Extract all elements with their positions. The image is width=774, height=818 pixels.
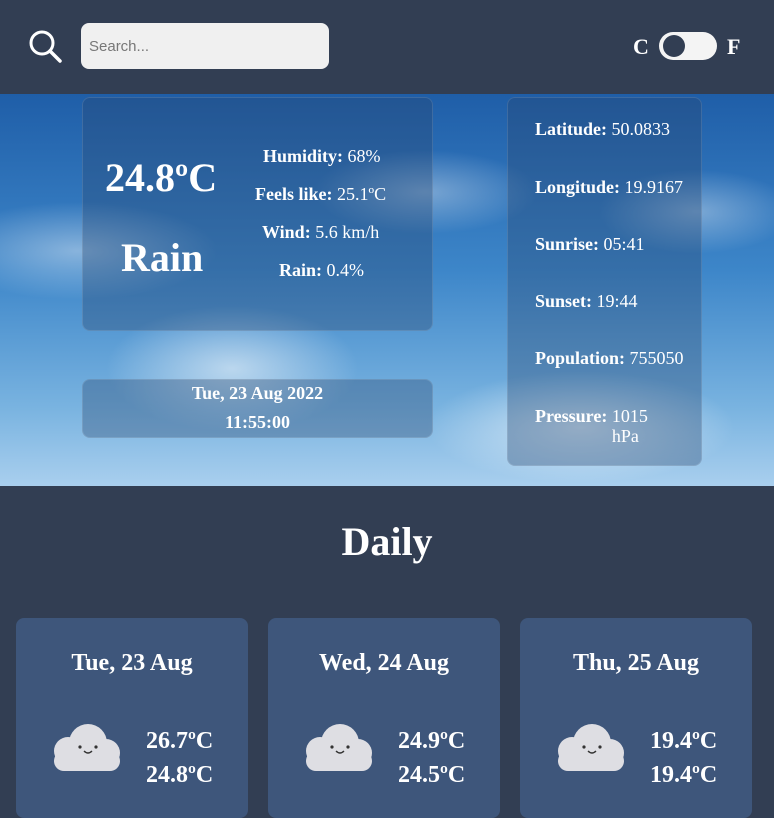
unit-fahrenheit-label[interactable]: F bbox=[727, 34, 740, 60]
stat-value: 68% bbox=[347, 146, 381, 166]
daily-title: Daily bbox=[341, 519, 433, 564]
stat-label: Feels like: bbox=[255, 184, 333, 204]
day-high-temp: 26.7ºC bbox=[146, 728, 214, 754]
current-condition: Rain bbox=[121, 235, 204, 280]
info-value: 50.0833 bbox=[611, 119, 671, 139]
info-value: 05:41 bbox=[603, 234, 645, 254]
stat-value: 0.4% bbox=[326, 260, 365, 280]
current-date: Tue, 23 Aug 2022 bbox=[191, 383, 324, 403]
current-weather-card: 24.8ºC Rain Humidity: 68% Feels like: 25… bbox=[82, 97, 433, 331]
cloud-icon bbox=[558, 724, 624, 771]
day-high-temp: 19.4ºC bbox=[650, 728, 718, 754]
day-low-temp: 19.4ºC bbox=[650, 762, 718, 788]
day-high-temp: 24.9ºC bbox=[398, 728, 466, 754]
day-name: Wed, 24 Aug bbox=[318, 650, 450, 676]
day-name: Thu, 25 Aug bbox=[572, 650, 700, 676]
info-label: Latitude: bbox=[535, 119, 607, 139]
stat-humidity: Humidity: 68% bbox=[255, 146, 415, 184]
info-label: Sunset: bbox=[535, 291, 593, 311]
pressure-unit: hPa bbox=[611, 426, 639, 446]
info-sunset: Sunset: 19:44 bbox=[535, 291, 638, 312]
pressure-number: 1015 bbox=[611, 406, 648, 426]
info-value: 1015 hPa bbox=[612, 406, 648, 446]
info-value: 755050 bbox=[629, 348, 684, 368]
current-temperature: 24.8ºC bbox=[105, 155, 218, 200]
info-latitude: Latitude: 50.0833 bbox=[535, 119, 670, 140]
sky-background: 24.8ºC Rain Humidity: 68% Feels like: 25… bbox=[0, 94, 774, 486]
stat-value: 25.1ºC bbox=[336, 184, 387, 204]
stat-rain: Rain: 0.4% bbox=[255, 260, 415, 298]
info-label: Longitude: bbox=[535, 177, 621, 197]
info-value: 19.9167 bbox=[624, 177, 684, 197]
info-label: Sunrise: bbox=[535, 234, 600, 254]
location-info-card: Latitude: 50.0833 Longitude: 19.9167 Sun… bbox=[507, 97, 702, 466]
stat-label: Wind: bbox=[262, 222, 311, 242]
stat-feels-like: Feels like: 25.1ºC bbox=[255, 184, 415, 222]
toggle-knob[interactable] bbox=[663, 35, 685, 57]
stat-wind: Wind: 5.6 km/h bbox=[255, 222, 415, 260]
day-card[interactable]: Wed, 24 Aug 24.9ºC 24.5ºC bbox=[268, 618, 500, 818]
header: C F bbox=[0, 0, 774, 94]
day-card[interactable]: Tue, 23 Aug 26.7ºC 24.8ºC bbox=[16, 618, 248, 818]
unit-celsius-label[interactable]: C bbox=[633, 34, 649, 60]
cloud-icon bbox=[54, 724, 120, 771]
weather-stats: Humidity: 68% Feels like: 25.1ºC Wind: 5… bbox=[255, 146, 415, 298]
info-population: Population: 755050 bbox=[535, 348, 684, 369]
day-low-temp: 24.5ºC bbox=[398, 762, 466, 788]
day-low-temp: 24.8ºC bbox=[146, 762, 214, 788]
info-sunrise: Sunrise: 05:41 bbox=[535, 234, 645, 255]
day-name: Tue, 23 Aug bbox=[71, 650, 193, 676]
info-longitude: Longitude: 19.9167 bbox=[535, 177, 683, 198]
day-card[interactable]: Thu, 25 Aug 19.4ºC 19.4ºC bbox=[520, 618, 752, 818]
current-time: 11:55:00 bbox=[225, 412, 290, 432]
search-icon[interactable] bbox=[27, 28, 63, 64]
search-input[interactable] bbox=[81, 23, 329, 69]
info-value: 19:44 bbox=[596, 291, 638, 311]
info-label: Pressure: bbox=[535, 406, 608, 426]
stat-label: Humidity: bbox=[263, 146, 344, 166]
stat-label: Rain: bbox=[279, 260, 323, 280]
stat-value: 5.6 km/h bbox=[315, 222, 380, 242]
unit-toggle[interactable] bbox=[659, 32, 717, 60]
info-pressure: Pressure: 1015 hPa bbox=[535, 406, 648, 446]
info-label: Population: bbox=[535, 348, 626, 368]
date-time-card: Tue, 23 Aug 2022 11:55:00 bbox=[82, 379, 433, 438]
cloud-icon bbox=[306, 724, 372, 771]
